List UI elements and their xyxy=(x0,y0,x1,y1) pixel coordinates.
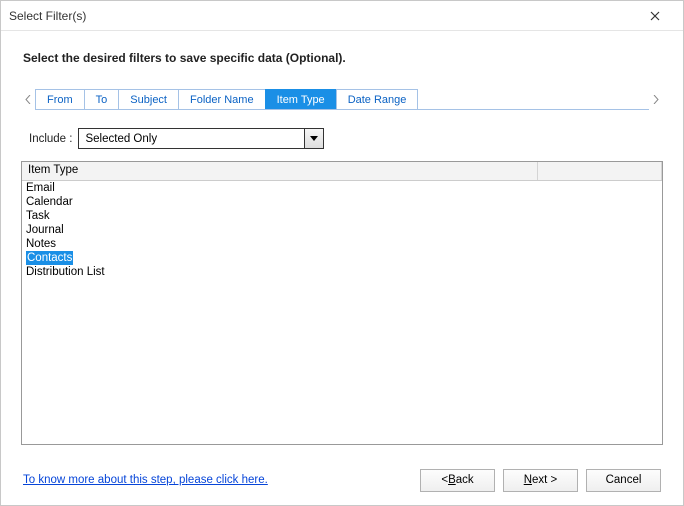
cancel-button[interactable]: Cancel xyxy=(586,469,661,492)
dialog-window: Select Filter(s) Select the desired filt… xyxy=(0,0,684,506)
tab-date-range[interactable]: Date Range xyxy=(336,89,419,109)
close-button[interactable] xyxy=(635,2,675,30)
dialog-footer: To know more about this step, please cli… xyxy=(1,455,683,505)
close-icon xyxy=(650,11,660,21)
tabs-container: From To Subject Folder Name Item Type Da… xyxy=(35,89,649,110)
back-button[interactable]: < Back xyxy=(420,469,495,492)
list-item[interactable]: Email xyxy=(22,181,662,195)
chevron-left-icon xyxy=(25,95,31,104)
tab-label: Subject xyxy=(130,94,167,106)
tab-subject[interactable]: Subject xyxy=(118,89,179,109)
tab-label: Date Range xyxy=(348,94,407,106)
list-item-label: Journal xyxy=(26,223,64,237)
list-item-label: Calendar xyxy=(26,195,73,209)
list-item-label: Task xyxy=(26,209,50,223)
tab-label: Item Type xyxy=(277,94,325,106)
include-row: Include : Selected Only xyxy=(29,128,663,149)
list-item[interactable]: Distribution List xyxy=(22,265,662,279)
list-item[interactable]: Contacts xyxy=(22,251,662,265)
tab-strip: From To Subject Folder Name Item Type Da… xyxy=(21,89,663,110)
tab-scroll-right[interactable] xyxy=(649,95,663,104)
list-item[interactable]: Journal xyxy=(22,223,662,237)
list-item[interactable]: Task xyxy=(22,209,662,223)
list-item-label: Distribution List xyxy=(26,265,105,279)
tab-item-type[interactable]: Item Type xyxy=(265,89,337,109)
dropdown-button[interactable] xyxy=(304,129,323,148)
instruction-text: Select the desired filters to save speci… xyxy=(23,51,663,65)
tab-label: From xyxy=(47,94,73,106)
window-title: Select Filter(s) xyxy=(9,9,635,23)
list-header: Item Type xyxy=(22,162,662,181)
list-item-label: Contacts xyxy=(26,251,73,265)
chevron-down-icon xyxy=(310,136,318,141)
tab-to[interactable]: To xyxy=(84,89,120,109)
help-link[interactable]: To know more about this step, please cli… xyxy=(23,474,268,486)
list-body[interactable]: Email Calendar Task Journal Notes Contac… xyxy=(22,181,662,444)
dialog-content: Select the desired filters to save speci… xyxy=(1,31,683,455)
tab-from[interactable]: From xyxy=(35,89,85,109)
tab-label: Folder Name xyxy=(190,94,254,106)
include-label: Include : xyxy=(29,133,72,145)
chevron-right-icon xyxy=(653,95,659,104)
column-header-spacer xyxy=(538,162,662,180)
item-type-list: Item Type Email Calendar Task Journal No… xyxy=(21,161,663,445)
list-item-label: Email xyxy=(26,181,55,195)
tab-folder-name[interactable]: Folder Name xyxy=(178,89,266,109)
next-button[interactable]: Next > xyxy=(503,469,578,492)
include-value: Selected Only xyxy=(79,133,304,145)
column-header-item-type[interactable]: Item Type xyxy=(22,162,538,180)
tab-scroll-left[interactable] xyxy=(21,95,35,104)
title-bar: Select Filter(s) xyxy=(1,1,683,31)
list-item[interactable]: Notes xyxy=(22,237,662,251)
list-item-label: Notes xyxy=(26,237,56,251)
tab-label: To xyxy=(96,94,108,106)
include-dropdown[interactable]: Selected Only xyxy=(78,128,324,149)
list-item[interactable]: Calendar xyxy=(22,195,662,209)
